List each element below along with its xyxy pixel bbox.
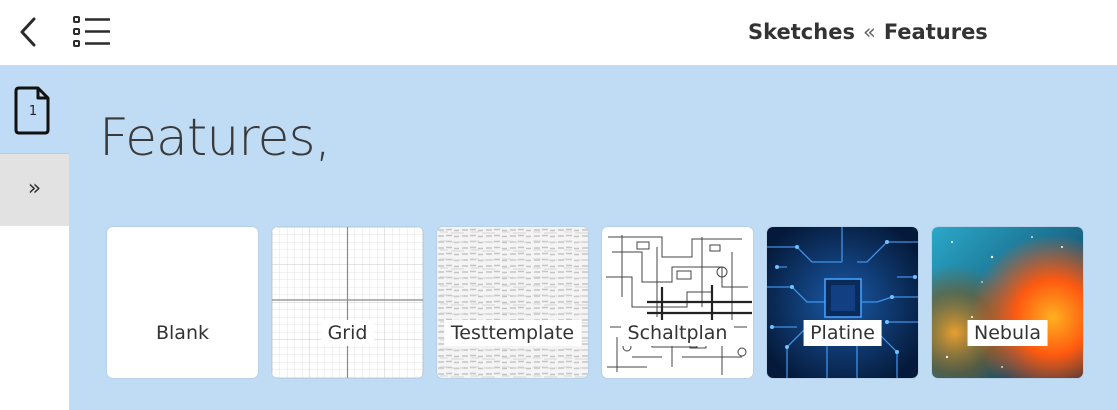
back-button[interactable] [12, 14, 46, 50]
breadcrumb-separator: « [862, 20, 876, 44]
template-label: Platine [803, 320, 882, 346]
nebula-thumbnail [932, 227, 1083, 378]
page-number: 1 [28, 104, 38, 119]
template-label: Blank [148, 320, 217, 346]
text-pattern-thumbnail [437, 227, 588, 378]
top-bar: Sketches « Features [0, 0, 1117, 66]
template-schaltplan[interactable]: Schaltplan [602, 227, 753, 378]
expand-sidebar-button[interactable]: » [0, 154, 69, 226]
page-title: Features, [99, 108, 331, 168]
breadcrumb-features: Features [883, 20, 988, 44]
list-menu-button[interactable] [72, 13, 112, 51]
template-chooser: Features, Blank Grid Testtemplate Schalt… [69, 66, 1117, 410]
template-label: Testtemplate [443, 320, 582, 346]
circuit-board-thumbnail [767, 227, 918, 378]
chevron-left-icon [20, 17, 36, 47]
breadcrumb-sketches[interactable]: Sketches [748, 20, 855, 44]
breadcrumb: Sketches « Features [748, 17, 988, 47]
template-blank[interactable]: Blank [107, 227, 258, 378]
template-platine[interactable]: Platine [767, 227, 918, 378]
template-label: Grid [320, 320, 375, 346]
double-chevron-right-icon: » [27, 176, 42, 201]
template-nebula[interactable]: Nebula [932, 227, 1083, 378]
sidebar: 1 » [0, 66, 69, 410]
template-grid[interactable]: Grid [272, 227, 423, 378]
template-testtemplate[interactable]: Testtemplate [437, 227, 588, 378]
template-label: Schaltplan [620, 320, 735, 346]
list-icon [73, 16, 110, 47]
grid-thumbnail [272, 227, 423, 378]
page-1-button[interactable]: 1 [0, 66, 69, 154]
template-label: Nebula [967, 320, 1048, 346]
template-list: Blank Grid Testtemplate Schaltplan Plati… [107, 227, 1083, 378]
circuit-diagram-thumbnail [602, 227, 753, 378]
